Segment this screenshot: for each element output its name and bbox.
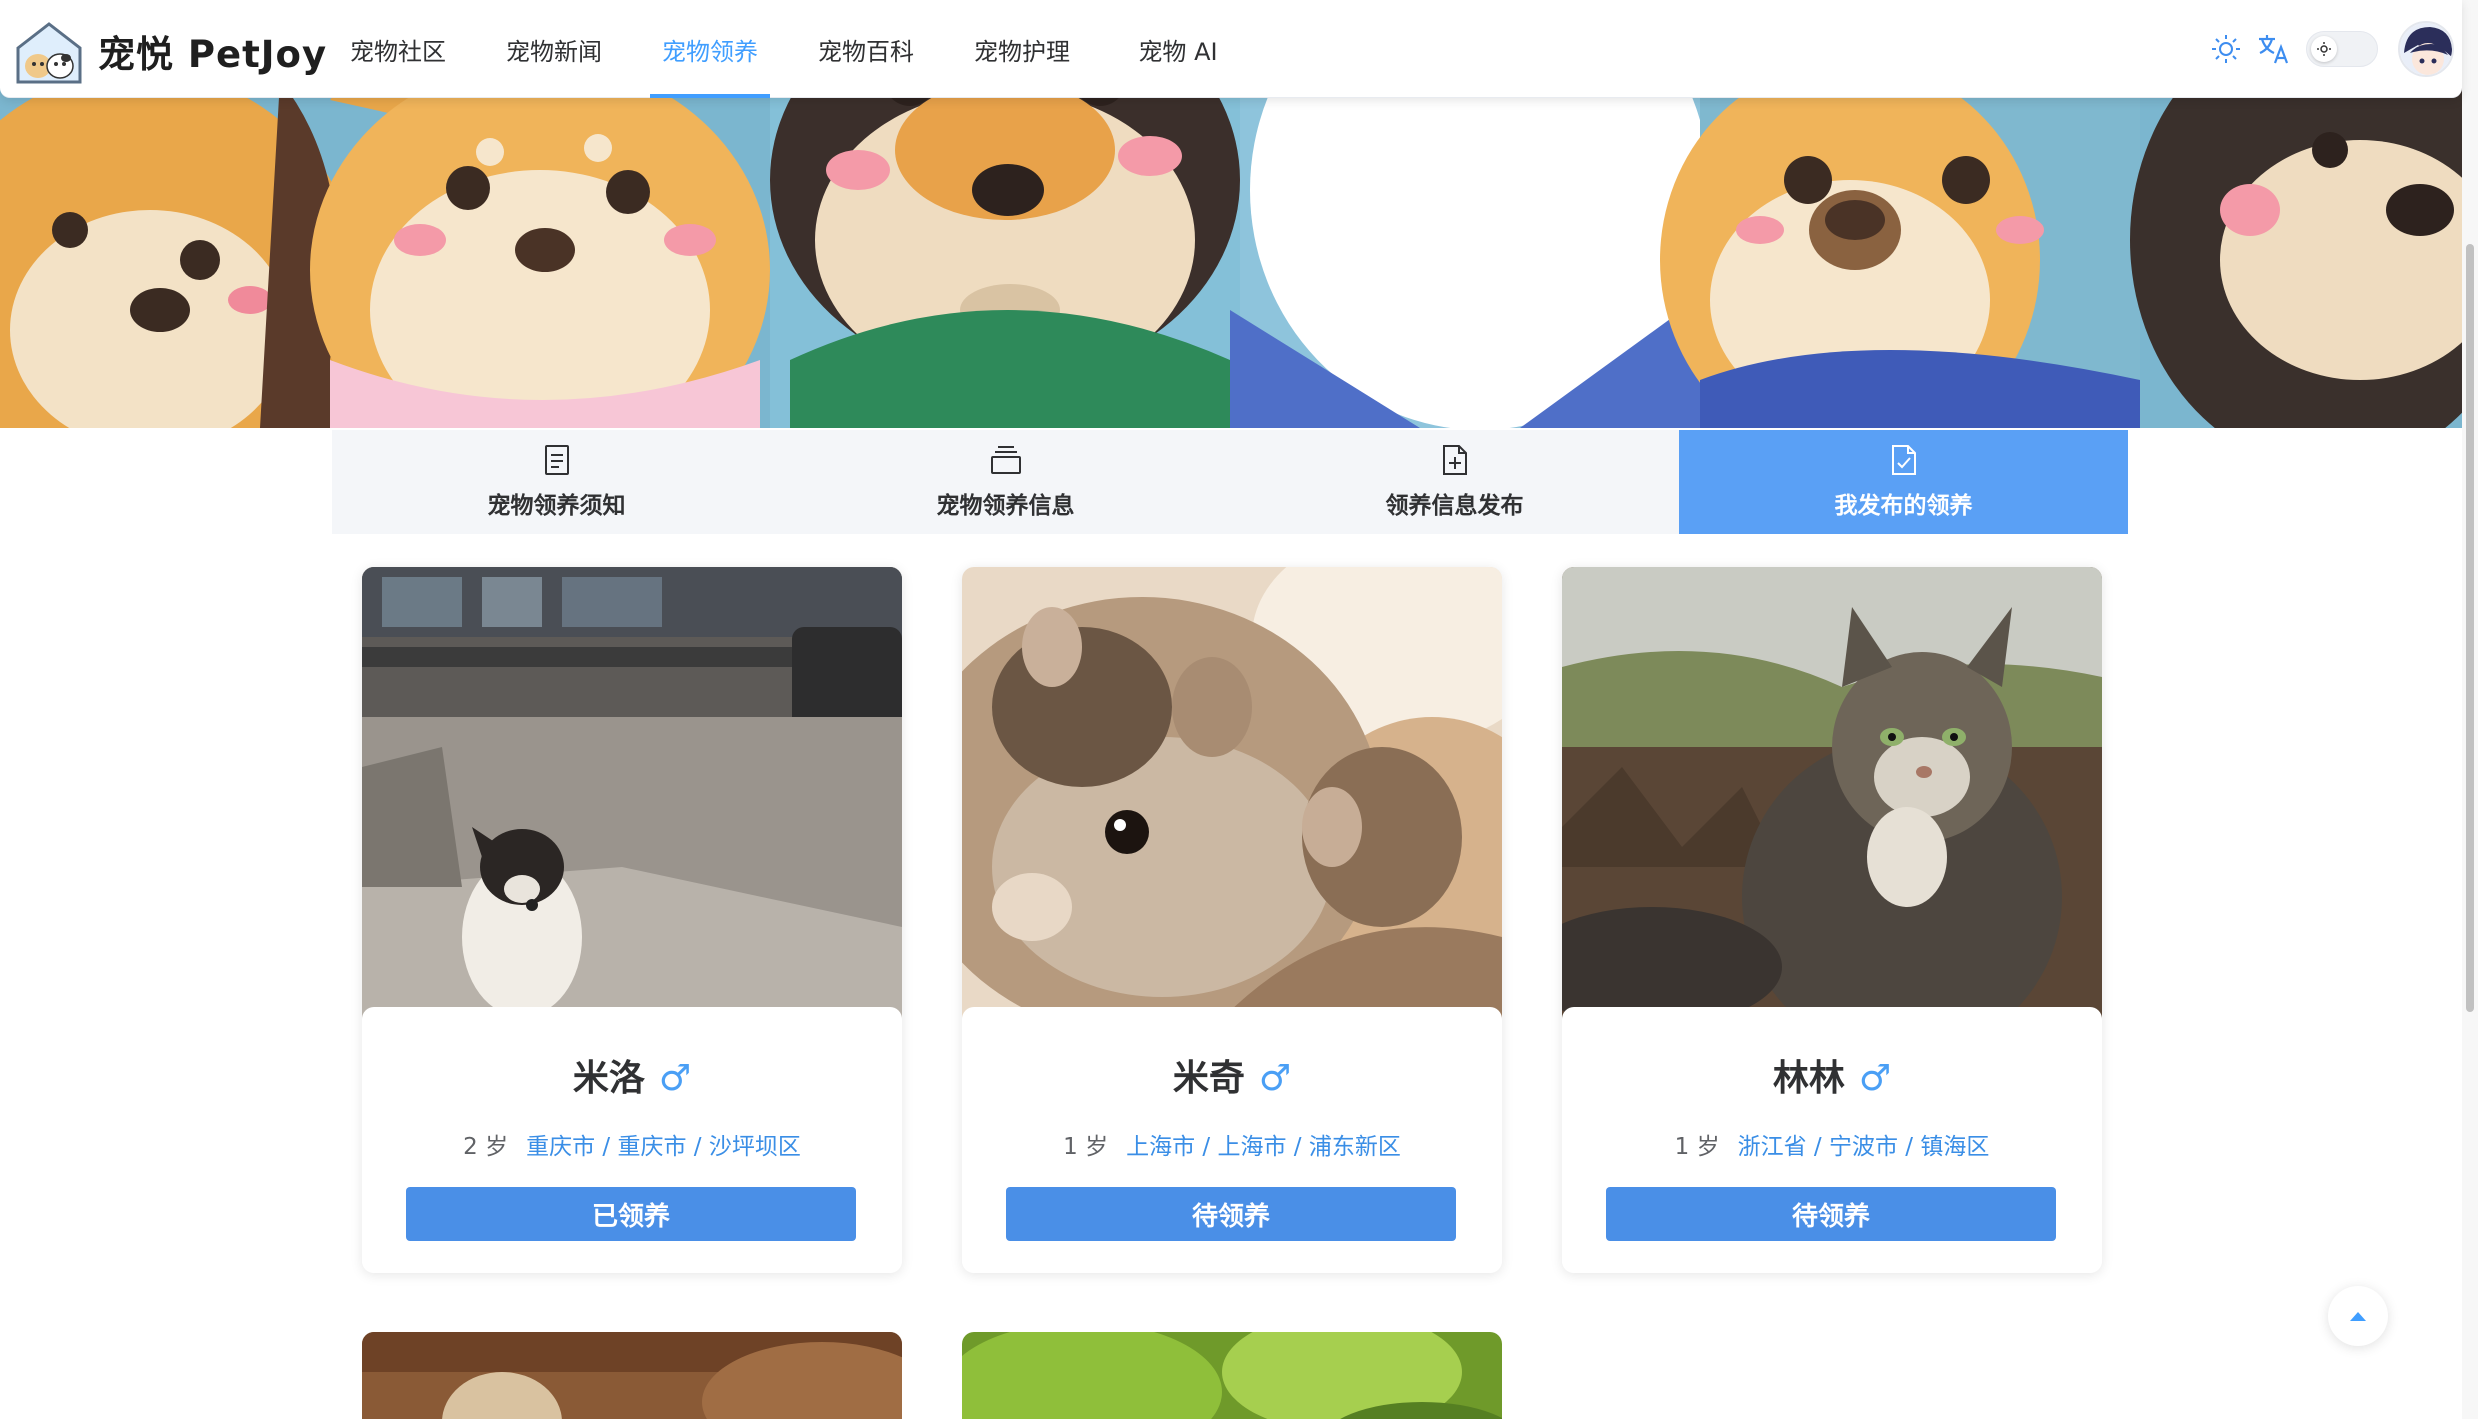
pet-name-row: 林林 ♂ (1562, 1049, 2102, 1101)
pet-card[interactable]: 米奇 ♂ 1 岁上海市 / 上海市 / 浦东新区 待领养 (962, 567, 1502, 1273)
page-scrollbar[interactable] (2462, 0, 2478, 1419)
pet-name: 米洛 (572, 1058, 645, 1099)
tab-adoption-info[interactable]: 宠物领养信息 (781, 430, 1230, 534)
male-gender-icon: ♂ (1858, 1058, 1892, 1099)
nav-adoption[interactable]: 宠物领养 (632, 0, 788, 98)
tab-label: 我发布的领养 (1834, 493, 1973, 519)
male-gender-icon: ♂ (1258, 1058, 1292, 1099)
stack-icon (990, 446, 1021, 474)
pet-location: 重庆市 / 重庆市 / 沙坪坝区 (526, 1134, 801, 1160)
tab-post-adoption[interactable]: 领养信息发布 (1230, 430, 1679, 534)
nav-news[interactable]: 宠物新闻 (476, 0, 632, 98)
nav-encyclopedia[interactable]: 宠物百科 (788, 0, 944, 98)
pet-photo-partial (962, 1332, 1502, 1419)
pet-info: 米奇 ♂ 1 岁上海市 / 上海市 / 浦东新区 待领养 (962, 1007, 1502, 1273)
nav-label: 宠物社区 (350, 37, 446, 66)
pet-meta-row: 1 岁上海市 / 上海市 / 浦东新区 (962, 1127, 1502, 1161)
pet-card-partial[interactable] (362, 1332, 902, 1419)
nav-label: 宠物护理 (974, 37, 1070, 66)
main-nav: 宠物社区 宠物新闻 宠物领养 宠物百科 宠物护理 宠物 AI (320, 0, 1256, 98)
nav-label: 宠物领养 (662, 37, 758, 66)
nav-label: 宠物新闻 (506, 37, 602, 66)
pet-meta-row: 2 岁重庆市 / 重庆市 / 沙坪坝区 (362, 1127, 902, 1161)
adoption-tabs: 宠物领养须知 宠物领养信息 领养信息发布 我发布的领养 (332, 430, 2128, 534)
pet-card-partial[interactable] (962, 1332, 1502, 1419)
nav-label: 宠物 AI (1138, 37, 1218, 66)
nav-label: 宠物百科 (818, 37, 914, 66)
theme-toggle[interactable] (2306, 31, 2378, 67)
adoption-status-button[interactable]: 已领养 (406, 1187, 856, 1241)
file-check-icon (1891, 445, 1916, 475)
scrollbar-thumb[interactable] (2466, 244, 2474, 1012)
nav-care[interactable]: 宠物护理 (944, 0, 1100, 98)
back-to-top-button[interactable] (2328, 1286, 2388, 1346)
adoption-status-button[interactable]: 待领养 (1606, 1187, 2056, 1241)
pet-name-row: 米奇 ♂ (962, 1049, 1502, 1101)
nav-community[interactable]: 宠物社区 (320, 0, 476, 98)
tab-my-adoptions[interactable]: 我发布的领养 (1679, 430, 2128, 534)
header-tools (2206, 0, 2462, 98)
adoption-status-button[interactable]: 待领养 (1006, 1187, 1456, 1241)
pet-name: 林林 (1772, 1058, 1845, 1099)
pet-name-row: 米洛 ♂ (362, 1049, 902, 1101)
translate-icon[interactable] (2254, 29, 2294, 69)
top-navigation-bar: 宠悦 PetJoy 宠物社区 宠物新闻 宠物领养 宠物百科 宠物护理 宠物 AI (0, 0, 2462, 98)
pet-photo-hamster (962, 567, 1502, 1019)
tab-label: 宠物领养须知 (487, 493, 626, 519)
brand-name[interactable]: 宠悦 PetJoy (98, 24, 327, 78)
male-gender-icon: ♂ (658, 1058, 692, 1099)
pet-location: 浙江省 / 宁波市 / 镇海区 (1737, 1134, 1990, 1160)
pet-location: 上海市 / 上海市 / 浦东新区 (1126, 1134, 1401, 1160)
caret-up-icon (2350, 1312, 2366, 1321)
tab-label: 领养信息发布 (1385, 493, 1524, 519)
pet-photo-cat (1562, 567, 2102, 1019)
document-icon (544, 445, 569, 475)
file-add-icon (1442, 445, 1467, 475)
pet-card[interactable]: 林林 ♂ 1 岁浙江省 / 宁波市 / 镇海区 待领养 (1562, 567, 2102, 1273)
petjoy-logo[interactable] (14, 20, 84, 86)
pet-info: 林林 ♂ 1 岁浙江省 / 宁波市 / 镇海区 待领养 (1562, 1007, 2102, 1273)
pet-meta-row: 1 岁浙江省 / 宁波市 / 镇海区 (1562, 1127, 2102, 1161)
sun-icon[interactable] (2206, 29, 2246, 69)
pet-age: 1 岁 (1063, 1134, 1109, 1160)
tab-adoption-notice[interactable]: 宠物领养须知 (332, 430, 781, 534)
pet-card[interactable]: 米洛 ♂ 2 岁重庆市 / 重庆市 / 沙坪坝区 已领养 (362, 567, 902, 1273)
user-avatar[interactable] (2398, 21, 2454, 77)
pet-photo-partial (362, 1332, 902, 1419)
pet-info: 米洛 ♂ 2 岁重庆市 / 重庆市 / 沙坪坝区 已领养 (362, 1007, 902, 1273)
pet-age: 2 岁 (463, 1134, 509, 1160)
pet-photo-dog (362, 567, 902, 1019)
pet-age: 1 岁 (1674, 1134, 1720, 1160)
tab-label: 宠物领养信息 (936, 493, 1075, 519)
pet-name: 米奇 (1172, 1058, 1245, 1099)
toggle-knob-sun-icon (2311, 36, 2337, 62)
page: 宠悦 PetJoy 宠物社区 宠物新闻 宠物领养 宠物百科 宠物护理 宠物 AI (0, 0, 2478, 1419)
banner-image (0, 60, 2462, 428)
nav-ai[interactable]: 宠物 AI (1100, 0, 1256, 98)
